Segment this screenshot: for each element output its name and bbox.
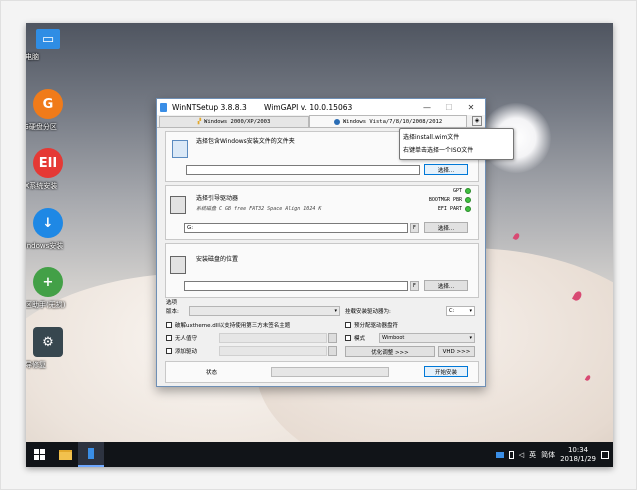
app-icon — [160, 102, 167, 112]
unattended-browse-button[interactable] — [328, 333, 337, 343]
boot-section: 选择引导驱动器 系统磁盘 C GB free FAT32 Space Align… — [165, 185, 479, 240]
led-bootmgr — [465, 197, 471, 203]
dg-icon: G — [33, 89, 63, 119]
add-drivers-checkbox[interactable] — [166, 348, 172, 354]
window-api-version: WimGAPI v. 10.0.15063 — [264, 102, 353, 112]
mode-dropdown[interactable]: Wimboot ▾ — [379, 333, 475, 343]
mode-checkbox[interactable] — [345, 335, 351, 341]
windows-orb-icon — [333, 118, 340, 125]
taskbar-winntsetup[interactable] — [78, 442, 104, 467]
status-label: 状态 — [206, 370, 218, 376]
options-label: 选项 — [166, 300, 178, 306]
window-title: WinNTSetup 3.8.8.3 — [172, 102, 247, 112]
chevron-down-icon: ▾ — [469, 335, 472, 341]
version-dropdown[interactable]: ▾ — [189, 306, 340, 316]
source-tooltip: 选择install.wim文件 右键单击选择一个ISO文件 — [399, 128, 514, 160]
ime-mode[interactable]: 简体 — [541, 450, 555, 460]
taskbar: ◁ 英 简体 10:34 2018/1/29 — [26, 442, 613, 467]
version-label: 版本: — [166, 309, 179, 315]
boot-drive-icon — [170, 196, 186, 214]
drivers-path-field[interactable] — [219, 346, 327, 356]
chevron-down-icon: ▾ — [334, 308, 337, 314]
mode-label: 模式 — [354, 336, 366, 342]
prealloc-checkbox[interactable] — [345, 322, 351, 328]
tab-windows-vista-plus[interactable]: Windows Vista/7/8/10/2008/2012 — [309, 115, 467, 127]
desktop-icon-eix[interactable]: EII EIX系统安装 — [26, 148, 78, 190]
desktop-icon-partition[interactable]: + 分区助手(无损) — [26, 267, 78, 309]
led-efi — [465, 206, 471, 212]
volume-icon[interactable]: ◁ — [519, 451, 524, 459]
eix-icon: EII — [33, 148, 63, 178]
uxtheme-checkbox[interactable] — [166, 322, 172, 328]
install-section: 安装磁盘的位置 F 选择... — [165, 243, 479, 298]
install-drive-icon — [170, 256, 186, 274]
boot-subtitle: 系统磁盘 C GB free FAT32 Space Align 1024 K — [196, 206, 322, 212]
close-button[interactable]: ✕ — [460, 99, 482, 115]
boot-drive-input[interactable]: G: — [184, 223, 408, 233]
unattended-path-field[interactable] — [219, 333, 327, 343]
uxtheme-label: 破解uxtheme.dll以支持使用第三方未签名主题 — [175, 323, 291, 329]
xp-flag-icon: ▞ — [197, 119, 202, 125]
tweaks-button[interactable]: 优化调整 >>> — [345, 346, 435, 357]
install-drive-input[interactable] — [184, 281, 408, 291]
desktop-icon-windows-setup[interactable]: ↓ Windows安装 — [26, 208, 78, 250]
settings-icon[interactable]: ◈ — [472, 116, 482, 126]
partition-icon: + — [33, 267, 63, 297]
start-button[interactable] — [26, 442, 52, 467]
maximize-button[interactable]: ☐ — [438, 99, 460, 115]
boot-select-button[interactable]: 选择... — [424, 222, 468, 233]
chevron-down-icon: ▾ — [469, 308, 472, 314]
windows-logo-icon — [33, 449, 45, 460]
gear-icon: ⚙ — [33, 327, 63, 357]
taskbar-explorer[interactable] — [52, 442, 78, 467]
title-bar[interactable]: WinNTSetup 3.8.8.3 WimGAPI v. 10.0.15063… — [157, 99, 485, 115]
source-path-input[interactable] — [186, 165, 420, 175]
notification-icon[interactable] — [601, 450, 609, 459]
folder-icon — [58, 449, 72, 460]
network-icon[interactable] — [495, 451, 504, 458]
source-select-button[interactable]: 选择... — [424, 164, 468, 175]
drivers-browse-button[interactable] — [328, 346, 337, 356]
download-icon: ↓ — [33, 208, 63, 238]
progress-bar — [271, 367, 389, 377]
start-install-button[interactable]: 开始安装 — [424, 366, 468, 377]
clock[interactable]: 10:34 2018/1/29 — [560, 446, 596, 464]
battery-icon[interactable] — [508, 450, 514, 459]
computer-icon: ▭ — [36, 29, 60, 49]
install-select-button[interactable]: 选择... — [424, 280, 468, 291]
boot-title: 选择引导驱动器 — [196, 195, 239, 202]
system-tray: ◁ 英 简体 10:34 2018/1/29 — [495, 442, 609, 467]
unattended-label: 无人值守 — [175, 336, 198, 342]
ime-language[interactable]: 英 — [529, 450, 536, 460]
tab-windows-xp[interactable]: ▞ Windows 2000/XP/2003 — [159, 116, 309, 127]
mount-label: 挂载安装驱动器为: — [345, 309, 391, 315]
winntsetup-icon — [88, 448, 94, 459]
prealloc-label: 预分配驱动器盘符 — [354, 323, 399, 329]
disc-folder-icon — [172, 140, 188, 158]
install-title: 安装磁盘的位置 — [196, 256, 239, 263]
os-tabs: ▞ Windows 2000/XP/2003 Windows Vista/7/8… — [157, 115, 485, 128]
desktop-icon-dg[interactable]: G DG硬盘分区 — [26, 89, 78, 131]
mount-drive-dropdown[interactable]: C: ▾ — [446, 306, 475, 316]
minimize-button[interactable]: — — [416, 99, 438, 115]
source-title: 选择包含Windows安装文件的文件夹 — [196, 138, 295, 145]
unattended-checkbox[interactable] — [166, 335, 172, 341]
add-drivers-label: 添加驱动 — [175, 349, 198, 355]
screenshot-frame: ▭ 此电脑 G DG硬盘分区 EII EIX系统安装 ↓ Windows安装 +… — [0, 0, 637, 490]
led-gpt-label: GPT — [452, 188, 462, 194]
status-section: 状态 开始安装 — [165, 361, 479, 383]
led-gpt — [465, 188, 471, 194]
wallpaper-petal — [512, 232, 521, 241]
desktop-icon-boot-repair[interactable]: ⚙ 引导修复 — [26, 327, 78, 369]
desktop-icon-computer[interactable]: ▭ 此电脑 — [26, 29, 78, 61]
install-format-button[interactable]: F — [410, 281, 419, 291]
boot-format-button[interactable]: F — [410, 223, 419, 233]
led-bootmgr-label: BOOTMGR PBR — [428, 197, 462, 203]
vhd-button[interactable]: VHD >>> — [438, 346, 475, 357]
led-efi-label: EFI PART — [437, 206, 462, 212]
